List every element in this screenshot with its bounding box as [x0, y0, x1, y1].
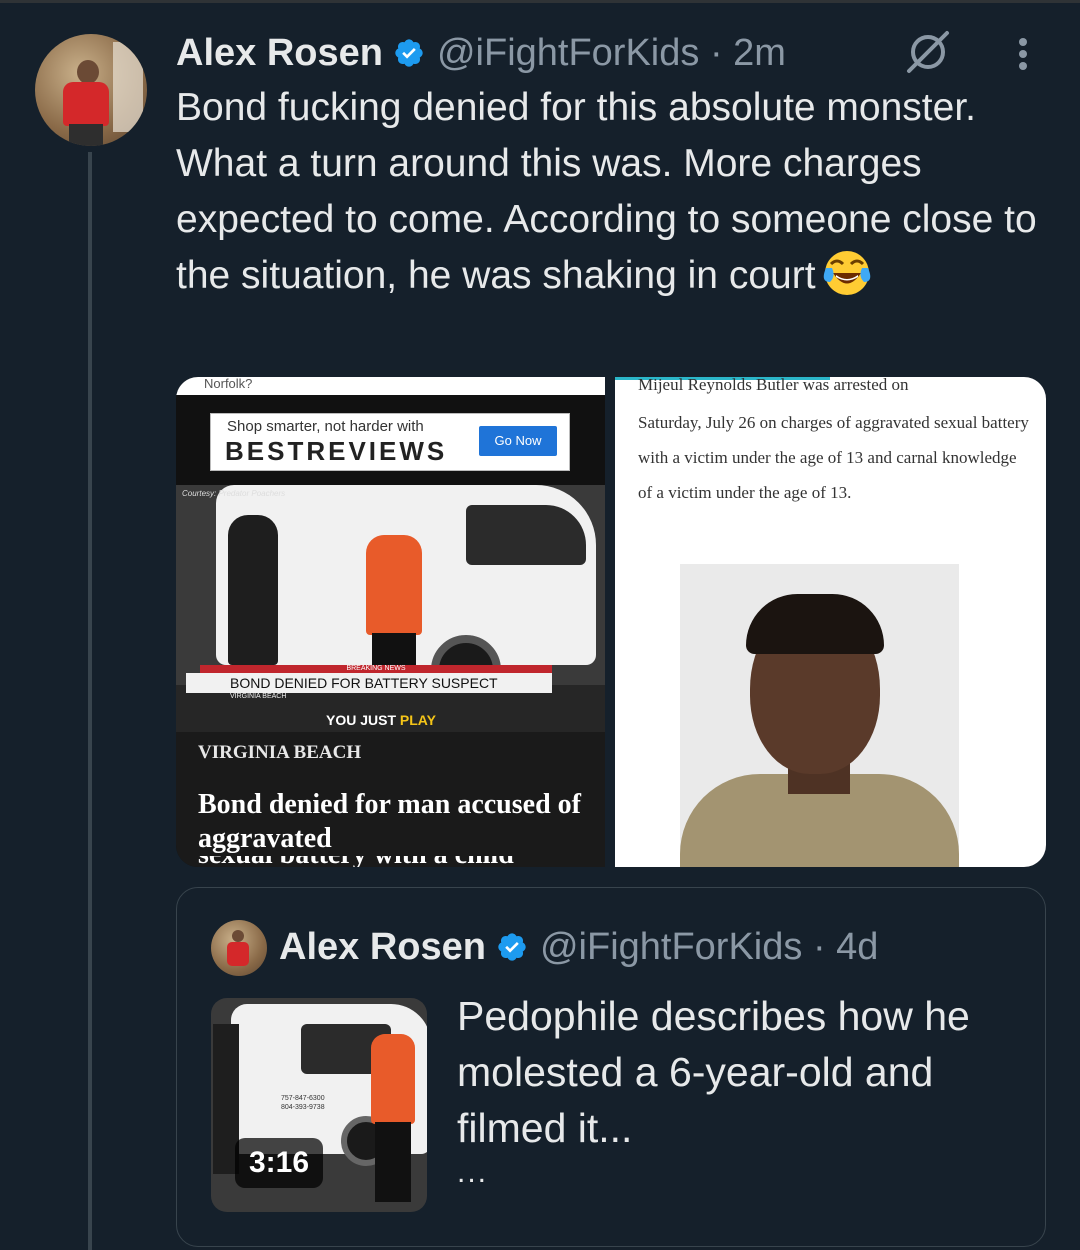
quoted-video-thumbnail[interactable]: 757-847-6300 804-393-9738 3:16: [211, 998, 427, 1212]
breaking-label: BREAKING NEWS: [200, 665, 552, 673]
author-name[interactable]: Alex Rosen: [176, 32, 383, 75]
ad-brand: BESTREVIEWS: [225, 436, 448, 466]
tweet-media[interactable]: Norfolk? Shop smarter, not harder with B…: [176, 377, 1046, 867]
article-mugshot-image[interactable]: Mijeul Reynolds Butler was arrested on S…: [615, 377, 1046, 867]
thumb-phone-text: 757-847-6300 804-393-9738: [281, 1095, 325, 1111]
mugshot-photo: [680, 564, 959, 867]
author-avatar[interactable]: [35, 34, 147, 146]
ad-banner: Shop smarter, not harder with BESTREVIEW…: [210, 413, 570, 471]
article-preview: VIRGINIA BEACH Bond denied for man accus…: [176, 732, 605, 867]
quoted-tweet-ellipsis: ...: [457, 1156, 489, 1189]
breaking-location: VIRGINIA BEACH: [230, 693, 287, 700]
article-body: Saturday, July 26 on charges of aggravat…: [638, 413, 1029, 502]
video-duration: 3:16: [235, 1138, 323, 1188]
you-just-play-caption: YOU JUST PLAY: [326, 712, 436, 728]
verified-badge-icon[interactable]: [393, 37, 425, 69]
quoted-verified-badge-icon: [498, 933, 526, 961]
quoted-tweet-header: Alex Rosen @iFightForKids · 4d: [279, 922, 878, 972]
more-options-icon[interactable]: [1005, 34, 1041, 74]
thread-line: [88, 152, 92, 1250]
ad-tagline: Shop smarter, not harder with: [227, 418, 424, 435]
quoted-tweet[interactable]: Alex Rosen @iFightForKids · 4d 757-847-6…: [176, 887, 1046, 1247]
breaking-news-banner: BREAKING NEWS BOND DENIED FOR BATTERY SU…: [186, 665, 552, 701]
top-divider: [0, 0, 1080, 3]
article-header-line: Mijeul Reynolds Butler was arrested on: [638, 377, 909, 394]
play-text: PLAY: [399, 712, 436, 728]
ad-button: Go Now: [479, 426, 557, 456]
tweet-body: Bond fucking denied for this absolute mo…: [176, 86, 1037, 297]
article-headline-cutoff: sexual battery with a child: [198, 856, 588, 867]
breaking-headline: BOND DENIED FOR BATTERY SUSPECT: [186, 673, 552, 693]
top-strip-text: Norfolk?: [176, 377, 605, 395]
author-handle-time[interactable]: @iFightForKids · 2m: [437, 32, 786, 75]
you-just-text: YOU JUST: [326, 712, 397, 728]
quoted-author-name: Alex Rosen: [279, 925, 486, 968]
courtesy-caption: Courtesy: Predator Poachers: [182, 489, 286, 498]
tweet-header: Alex Rosen @iFightForKids · 2m: [176, 28, 786, 78]
quoted-tweet-text: Pedophile describes how he molested a 6-…: [457, 993, 970, 1151]
face-with-tears-of-joy-icon: [823, 251, 870, 295]
news-screenshot-image[interactable]: Norfolk? Shop smarter, not harder with B…: [176, 377, 605, 867]
quoted-author-avatar: [211, 920, 267, 976]
article-headline: Bond denied for man accused of aggravate…: [198, 789, 581, 854]
article-place: VIRGINIA BEACH: [198, 742, 362, 763]
grok-icon[interactable]: [903, 29, 953, 75]
tweet-text: Bond fucking denied for this absolute mo…: [176, 80, 1046, 304]
quoted-handle-time: @iFightForKids · 4d: [539, 925, 879, 968]
